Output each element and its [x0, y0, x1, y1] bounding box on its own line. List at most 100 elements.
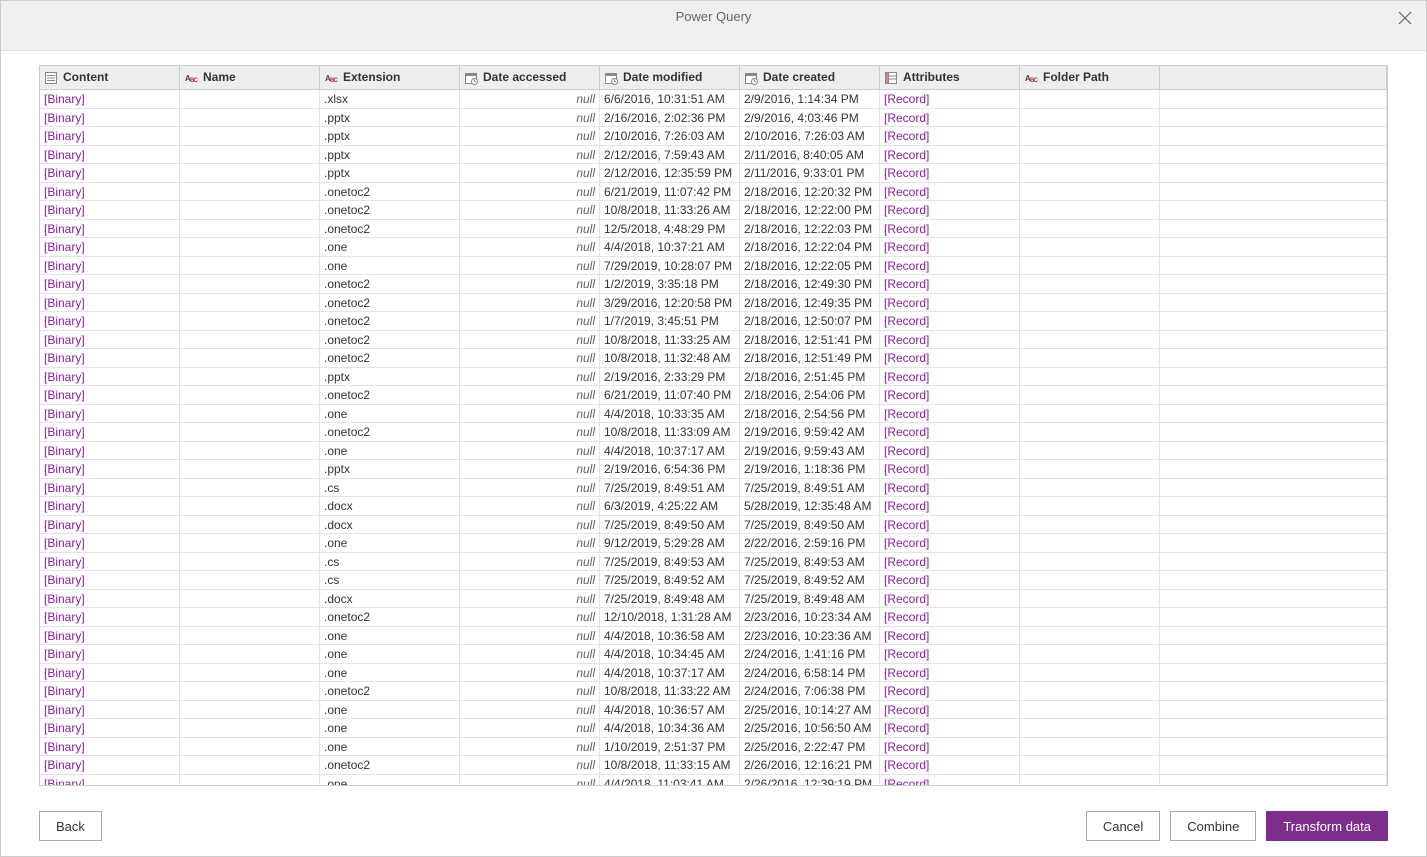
cell-content[interactable]: [Binary] [40, 405, 180, 423]
grid-body[interactable]: [Binary].xlsxnull6/6/2016, 10:31:51 AM2/… [40, 90, 1387, 785]
table-row[interactable]: [Binary].onetoc2null12/10/2018, 1:31:28 … [40, 608, 1387, 627]
cell-date-created[interactable]: 2/25/2016, 10:14:27 AM [740, 701, 880, 719]
cell-content[interactable]: [Binary] [40, 442, 180, 460]
cell-date-accessed[interactable]: null [460, 164, 600, 182]
cell-attributes[interactable]: [Record] [880, 127, 1020, 145]
table-row[interactable]: [Binary].onenull1/10/2019, 2:51:37 PM2/2… [40, 738, 1387, 757]
cell-date-modified[interactable]: 4/4/2018, 10:36:57 AM [600, 701, 740, 719]
cell-folder-path[interactable] [1020, 775, 1160, 786]
cell-date-accessed[interactable]: null [460, 571, 600, 589]
cell-name[interactable] [180, 238, 320, 256]
cell-content[interactable]: [Binary] [40, 331, 180, 349]
table-row[interactable]: [Binary].onetoc2null10/8/2018, 11:33:15 … [40, 756, 1387, 775]
column-header-folder[interactable]: ABCFolder Path [1020, 66, 1160, 89]
cell-date-created[interactable]: 2/18/2016, 12:22:04 PM [740, 238, 880, 256]
cell-name[interactable] [180, 534, 320, 552]
cell-name[interactable] [180, 738, 320, 756]
cell-attributes[interactable]: [Record] [880, 590, 1020, 608]
cell-date-created[interactable]: 2/25/2016, 2:22:47 PM [740, 738, 880, 756]
cell-name[interactable] [180, 164, 320, 182]
cell-content[interactable]: [Binary] [40, 571, 180, 589]
cell-name[interactable] [180, 294, 320, 312]
cell-attributes[interactable]: [Record] [880, 701, 1020, 719]
cell-folder-path[interactable] [1020, 90, 1160, 108]
cell-content[interactable]: [Binary] [40, 738, 180, 756]
cell-date-accessed[interactable]: null [460, 386, 600, 404]
cell-date-modified[interactable]: 4/4/2018, 11:03:41 AM [600, 775, 740, 786]
cell-date-created[interactable]: 2/18/2016, 12:20:32 PM [740, 183, 880, 201]
cell-extension[interactable]: .one [320, 738, 460, 756]
cell-date-created[interactable]: 2/26/2016, 12:16:21 PM [740, 756, 880, 774]
cell-date-modified[interactable]: 6/3/2019, 4:25:22 AM [600, 497, 740, 515]
cell-folder-path[interactable] [1020, 146, 1160, 164]
cell-date-accessed[interactable]: null [460, 775, 600, 786]
cell-date-modified[interactable]: 7/25/2019, 8:49:53 AM [600, 553, 740, 571]
cell-name[interactable] [180, 701, 320, 719]
cell-folder-path[interactable] [1020, 516, 1160, 534]
cell-extension[interactable]: .one [320, 664, 460, 682]
cell-date-modified[interactable]: 10/8/2018, 11:33:09 AM [600, 423, 740, 441]
cell-date-created[interactable]: 2/25/2016, 10:56:50 AM [740, 719, 880, 737]
column-header-created[interactable]: Date created [740, 66, 880, 89]
cell-content[interactable]: [Binary] [40, 756, 180, 774]
cell-date-accessed[interactable]: null [460, 331, 600, 349]
cell-date-modified[interactable]: 7/25/2019, 8:49:48 AM [600, 590, 740, 608]
cell-date-modified[interactable]: 2/19/2016, 2:33:29 PM [600, 368, 740, 386]
cell-name[interactable] [180, 664, 320, 682]
cell-folder-path[interactable] [1020, 701, 1160, 719]
cell-date-accessed[interactable]: null [460, 257, 600, 275]
cell-content[interactable]: [Binary] [40, 497, 180, 515]
cell-date-accessed[interactable]: null [460, 146, 600, 164]
cell-content[interactable]: [Binary] [40, 460, 180, 478]
cell-name[interactable] [180, 127, 320, 145]
cell-date-accessed[interactable]: null [460, 294, 600, 312]
cell-content[interactable]: [Binary] [40, 423, 180, 441]
cell-folder-path[interactable] [1020, 109, 1160, 127]
cell-attributes[interactable]: [Record] [880, 497, 1020, 515]
cell-date-created[interactable]: 2/10/2016, 7:26:03 AM [740, 127, 880, 145]
cell-content[interactable]: [Binary] [40, 645, 180, 663]
cell-date-modified[interactable]: 1/7/2019, 3:45:51 PM [600, 312, 740, 330]
cell-folder-path[interactable] [1020, 682, 1160, 700]
cell-extension[interactable]: .cs [320, 571, 460, 589]
cell-extension[interactable]: .pptx [320, 127, 460, 145]
back-button[interactable]: Back [39, 811, 102, 841]
cell-date-created[interactable]: 7/25/2019, 8:49:50 AM [740, 516, 880, 534]
cell-extension[interactable]: .onetoc2 [320, 386, 460, 404]
cell-name[interactable] [180, 553, 320, 571]
table-row[interactable]: [Binary].onetoc2null10/8/2018, 11:33:25 … [40, 331, 1387, 350]
table-row[interactable]: [Binary].onetoc2null1/7/2019, 3:45:51 PM… [40, 312, 1387, 331]
cell-folder-path[interactable] [1020, 294, 1160, 312]
table-row[interactable]: [Binary].csnull7/25/2019, 8:49:53 AM7/25… [40, 553, 1387, 572]
table-row[interactable]: [Binary].onenull4/4/2018, 10:36:58 AM2/2… [40, 627, 1387, 646]
cell-content[interactable]: [Binary] [40, 275, 180, 293]
cell-folder-path[interactable] [1020, 238, 1160, 256]
cell-folder-path[interactable] [1020, 479, 1160, 497]
cell-attributes[interactable]: [Record] [880, 331, 1020, 349]
table-row[interactable]: [Binary].onenull7/29/2019, 10:28:07 PM2/… [40, 257, 1387, 276]
table-row[interactable]: [Binary].onenull4/4/2018, 10:34:45 AM2/2… [40, 645, 1387, 664]
cell-attributes[interactable]: [Record] [880, 534, 1020, 552]
cell-attributes[interactable]: [Record] [880, 571, 1020, 589]
cell-folder-path[interactable] [1020, 553, 1160, 571]
cell-extension[interactable]: .one [320, 534, 460, 552]
cell-content[interactable]: [Binary] [40, 608, 180, 626]
cell-date-modified[interactable]: 7/25/2019, 8:49:52 AM [600, 571, 740, 589]
cell-name[interactable] [180, 405, 320, 423]
table-row[interactable]: [Binary].onenull4/4/2018, 10:33:35 AM2/1… [40, 405, 1387, 424]
cell-folder-path[interactable] [1020, 183, 1160, 201]
cell-attributes[interactable]: [Record] [880, 183, 1020, 201]
cell-name[interactable] [180, 368, 320, 386]
cell-attributes[interactable]: [Record] [880, 164, 1020, 182]
cell-name[interactable] [180, 479, 320, 497]
cell-date-modified[interactable]: 9/12/2019, 5:29:28 AM [600, 534, 740, 552]
cell-name[interactable] [180, 682, 320, 700]
cell-attributes[interactable]: [Record] [880, 220, 1020, 238]
cell-date-modified[interactable]: 7/29/2019, 10:28:07 PM [600, 257, 740, 275]
cell-extension[interactable]: .one [320, 442, 460, 460]
cell-date-modified[interactable]: 2/12/2016, 12:35:59 PM [600, 164, 740, 182]
table-row[interactable]: [Binary].onenull4/4/2018, 10:37:21 AM2/1… [40, 238, 1387, 257]
cell-date-created[interactable]: 7/25/2019, 8:49:51 AM [740, 479, 880, 497]
cell-extension[interactable]: .one [320, 238, 460, 256]
cell-name[interactable] [180, 775, 320, 786]
